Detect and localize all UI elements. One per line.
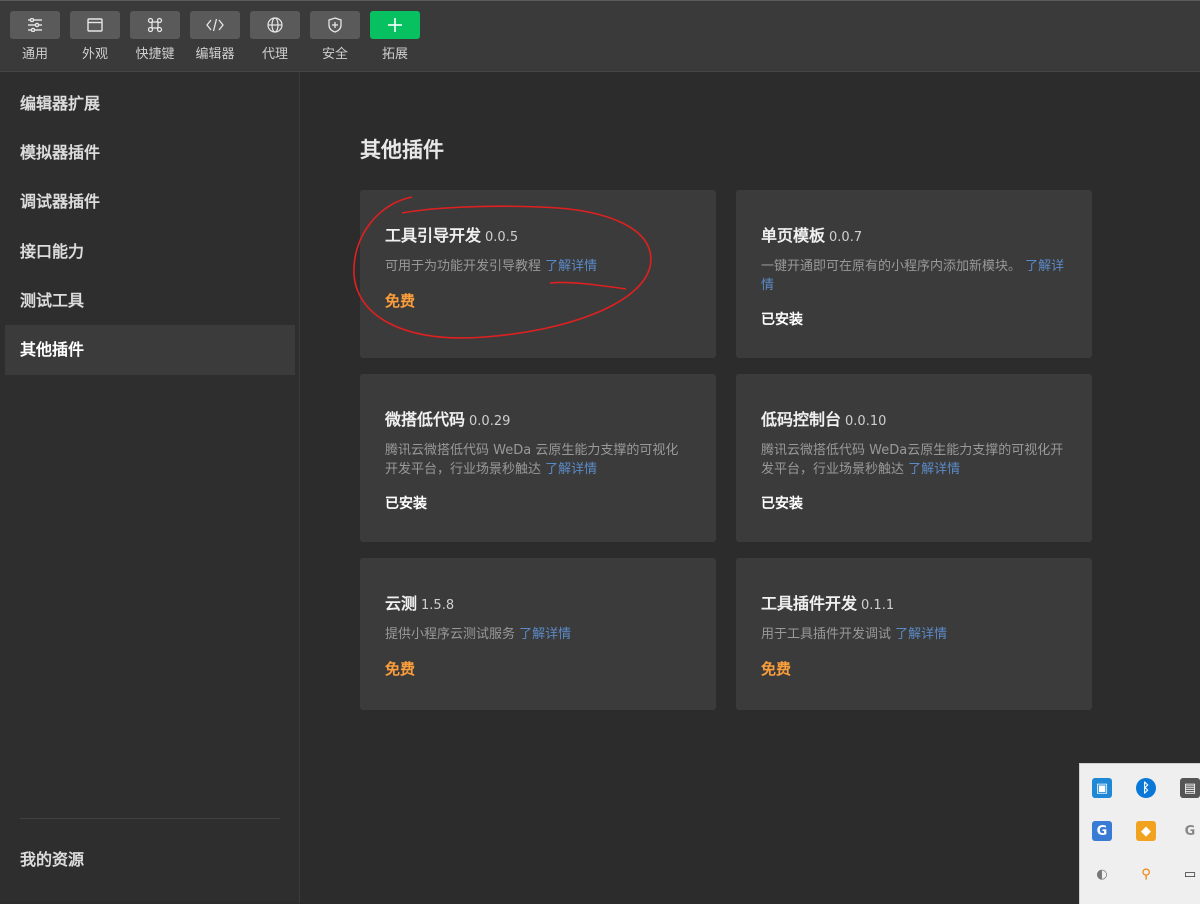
plugin-title: 微搭低代码: [385, 410, 466, 429]
plugin-card[interactable]: 工具引导开发 0.0.5 可用于为功能开发引导教程 了解详情 免费: [360, 190, 716, 358]
page-title: 其他插件: [360, 138, 444, 162]
sidebar-item-api-capabilities[interactable]: 接口能力: [5, 227, 295, 277]
toolbar-label: 编辑器: [195, 47, 235, 62]
plugin-description: 可用于为功能开发引导教程: [385, 259, 542, 274]
toolbar-extensions[interactable]: 拓展: [369, 11, 421, 62]
plugin-status: 免费: [385, 660, 416, 678]
plugin-card[interactable]: 云测 1.5.8 提供小程序云测试服务 了解详情 免费: [360, 558, 716, 710]
bluetooth-icon[interactable]: ᛒ: [1136, 778, 1156, 798]
g-app-icon[interactable]: G: [1092, 821, 1112, 841]
toolbar-label: 通用: [21, 47, 48, 62]
plugin-status: 已安装: [761, 496, 803, 512]
learn-more-link[interactable]: 了解详情: [908, 462, 960, 477]
sidebar-my-resources[interactable]: 我的资源: [20, 846, 84, 870]
toolbar-general[interactable]: 通用: [9, 11, 61, 62]
plugin-description: 一键开通即可在原有的小程序内添加新模块。: [761, 259, 1022, 274]
toolbar-label: 安全: [321, 47, 348, 62]
plugin-title: 单页模板: [761, 226, 826, 245]
plugin-card[interactable]: 工具插件开发 0.1.1 用于工具插件开发调试 了解详情 免费: [736, 558, 1092, 710]
toolbar-security[interactable]: 安全: [309, 11, 361, 62]
toolbar-label: 代理: [261, 47, 288, 62]
code-icon: [190, 11, 240, 39]
plugin-version: 1.5.8: [421, 598, 455, 613]
plugin-description: 腾讯云微搭低代码 WeDa 云原生能力支撑的可视化开发平台，行业场景秒触达: [385, 443, 679, 477]
learn-more-link[interactable]: 了解详情: [545, 462, 597, 477]
plugin-title: 工具引导开发: [385, 226, 482, 245]
toolbar-label: 拓展: [381, 47, 408, 62]
learn-more-link[interactable]: 了解详情: [519, 627, 571, 642]
toolbar-label: 快捷键: [135, 47, 175, 62]
sidebar-item-test-tools[interactable]: 测试工具: [5, 276, 295, 326]
command-key-icon: [130, 11, 180, 39]
plugin-card[interactable]: 单页模板 0.0.7 一键开通即可在原有的小程序内添加新模块。 了解详情 已安装: [736, 190, 1092, 358]
plugin-description: 提供小程序云测试服务: [385, 627, 516, 642]
g-grey-icon[interactable]: G: [1180, 821, 1200, 841]
sidebar-divider: [20, 818, 280, 819]
plugin-status: 已安装: [385, 496, 427, 512]
plugin-version: 0.0.5: [485, 230, 519, 245]
search-app-icon[interactable]: ⚲: [1136, 864, 1156, 884]
learn-more-link[interactable]: 了解详情: [895, 627, 947, 642]
settings-sliders-icon: [10, 11, 60, 39]
toolbar-label: 外观: [81, 47, 108, 62]
system-tray-overflow: ▣ ᛒ ▤ G ◆ G ◐ ⚲ ▭: [1079, 763, 1200, 904]
learn-more-link[interactable]: 了解详情: [545, 259, 597, 274]
keyboard-icon[interactable]: ▤: [1180, 778, 1200, 798]
shield-icon: [310, 11, 360, 39]
battery-icon[interactable]: ▭: [1180, 864, 1200, 884]
window-icon: [70, 11, 120, 39]
sidebar-item-simulator-plugins[interactable]: 模拟器插件: [5, 128, 295, 178]
toolbar-shortcuts[interactable]: 快捷键: [129, 11, 181, 62]
sidebar-item-debugger-plugins[interactable]: 调试器插件: [5, 177, 295, 227]
plugin-card[interactable]: 微搭低代码 0.0.29 腾讯云微搭低代码 WeDa 云原生能力支撑的可视化开发平…: [360, 374, 716, 542]
q-app-icon[interactable]: ◐: [1092, 864, 1112, 884]
toolbar-proxy[interactable]: 代理: [249, 11, 301, 62]
plugin-title: 低码控制台: [761, 410, 842, 429]
sidebar-item-editor-extensions[interactable]: 编辑器扩展: [5, 79, 295, 129]
plugin-title: 云测: [385, 594, 418, 613]
plugin-version: 0.1.1: [861, 598, 895, 613]
plugin-version: 0.0.7: [829, 230, 863, 245]
monitor-app-icon[interactable]: ▣: [1092, 778, 1112, 798]
plugin-status: 免费: [385, 292, 416, 310]
plugin-description: 用于工具插件开发调试: [761, 627, 892, 642]
plugin-title: 工具插件开发: [761, 594, 858, 613]
shield-app-icon[interactable]: ◆: [1136, 821, 1156, 841]
plugin-version: 0.0.29: [469, 414, 511, 429]
plugin-card[interactable]: 低码控制台 0.0.10 腾讯云微搭低代码 WeDa云原生能力支撑的可视化开发平台…: [736, 374, 1092, 542]
plugin-version: 0.0.10: [845, 414, 887, 429]
settings-toolbar: 通用 外观 快捷键 编辑器 代理 安全 拓展: [0, 0, 1200, 72]
plugin-status: 免费: [761, 660, 792, 678]
toolbar-appearance[interactable]: 外观: [69, 11, 121, 62]
sidebar-item-other-plugins[interactable]: 其他插件: [5, 325, 295, 375]
plugin-status: 已安装: [761, 312, 803, 328]
plus-icon: [370, 11, 420, 39]
sidebar: 编辑器扩展 模拟器插件 调试器插件 接口能力 测试工具 其他插件 我的资源: [0, 72, 300, 903]
toolbar-editor[interactable]: 编辑器: [189, 11, 241, 62]
globe-icon: [250, 11, 300, 39]
